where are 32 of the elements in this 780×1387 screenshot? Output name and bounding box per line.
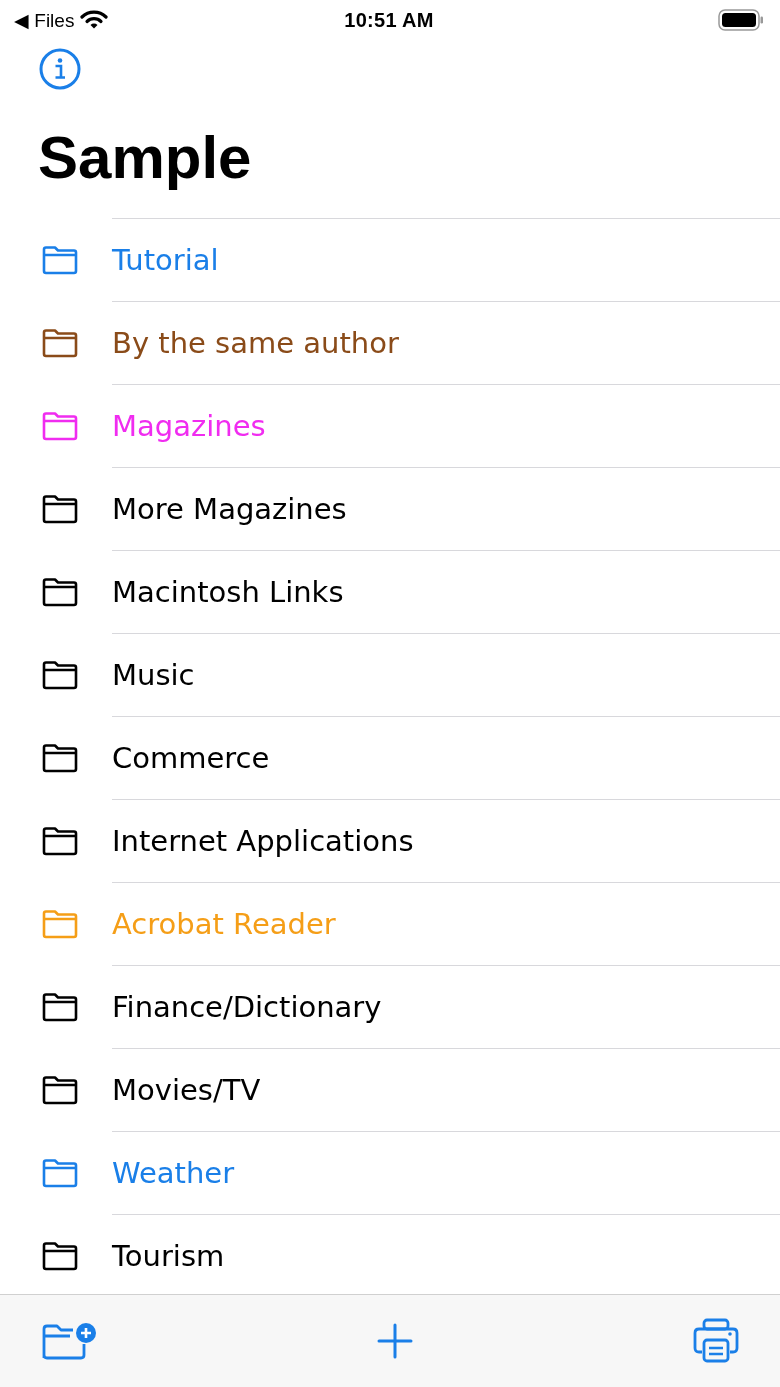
battery-icon — [718, 9, 764, 31]
folder-name: Tourism — [112, 1239, 225, 1273]
folder-row[interactable]: Finance/Dictionary — [0, 965, 780, 1048]
folder-row[interactable]: Movies/TV — [0, 1048, 780, 1131]
folder-name: Weather — [112, 1156, 235, 1190]
folder-row[interactable]: More Magazines — [0, 467, 780, 550]
add-icon[interactable] — [376, 1322, 414, 1360]
folder-name: Macintosh Links — [112, 575, 344, 609]
folder-name: Finance/Dictionary — [112, 990, 382, 1024]
folder-row[interactable]: Music — [0, 633, 780, 716]
folder-row[interactable]: Internet Applications — [0, 799, 780, 882]
folder-row[interactable]: Commerce — [0, 716, 780, 799]
printer-icon[interactable] — [692, 1318, 740, 1364]
folder-name: By the same author — [112, 326, 399, 360]
folder-name: Magazines — [112, 409, 266, 443]
folder-name: Commerce — [112, 741, 270, 775]
folder-row[interactable]: Weather — [0, 1131, 780, 1214]
folder-name: More Magazines — [112, 492, 347, 526]
folder-name: Acrobat Reader — [112, 907, 336, 941]
folder-name: Movies/TV — [112, 1073, 261, 1107]
folder-row[interactable]: Tutorial — [0, 218, 780, 301]
new-folder-icon[interactable] — [40, 1320, 98, 1362]
info-icon[interactable] — [39, 48, 81, 90]
folder-name: Tutorial — [112, 243, 219, 277]
wifi-icon — [80, 10, 109, 30]
folder-row[interactable]: By the same author — [0, 301, 780, 384]
folder-row[interactable]: Macintosh Links — [0, 550, 780, 633]
status-time: 10:51 AM — [344, 8, 434, 32]
folder-name: Music — [112, 658, 195, 692]
back-link[interactable]: ◀ Files — [14, 8, 75, 32]
page-title: Sample — [37, 123, 253, 193]
folder-name: Internet Applications — [112, 824, 414, 858]
